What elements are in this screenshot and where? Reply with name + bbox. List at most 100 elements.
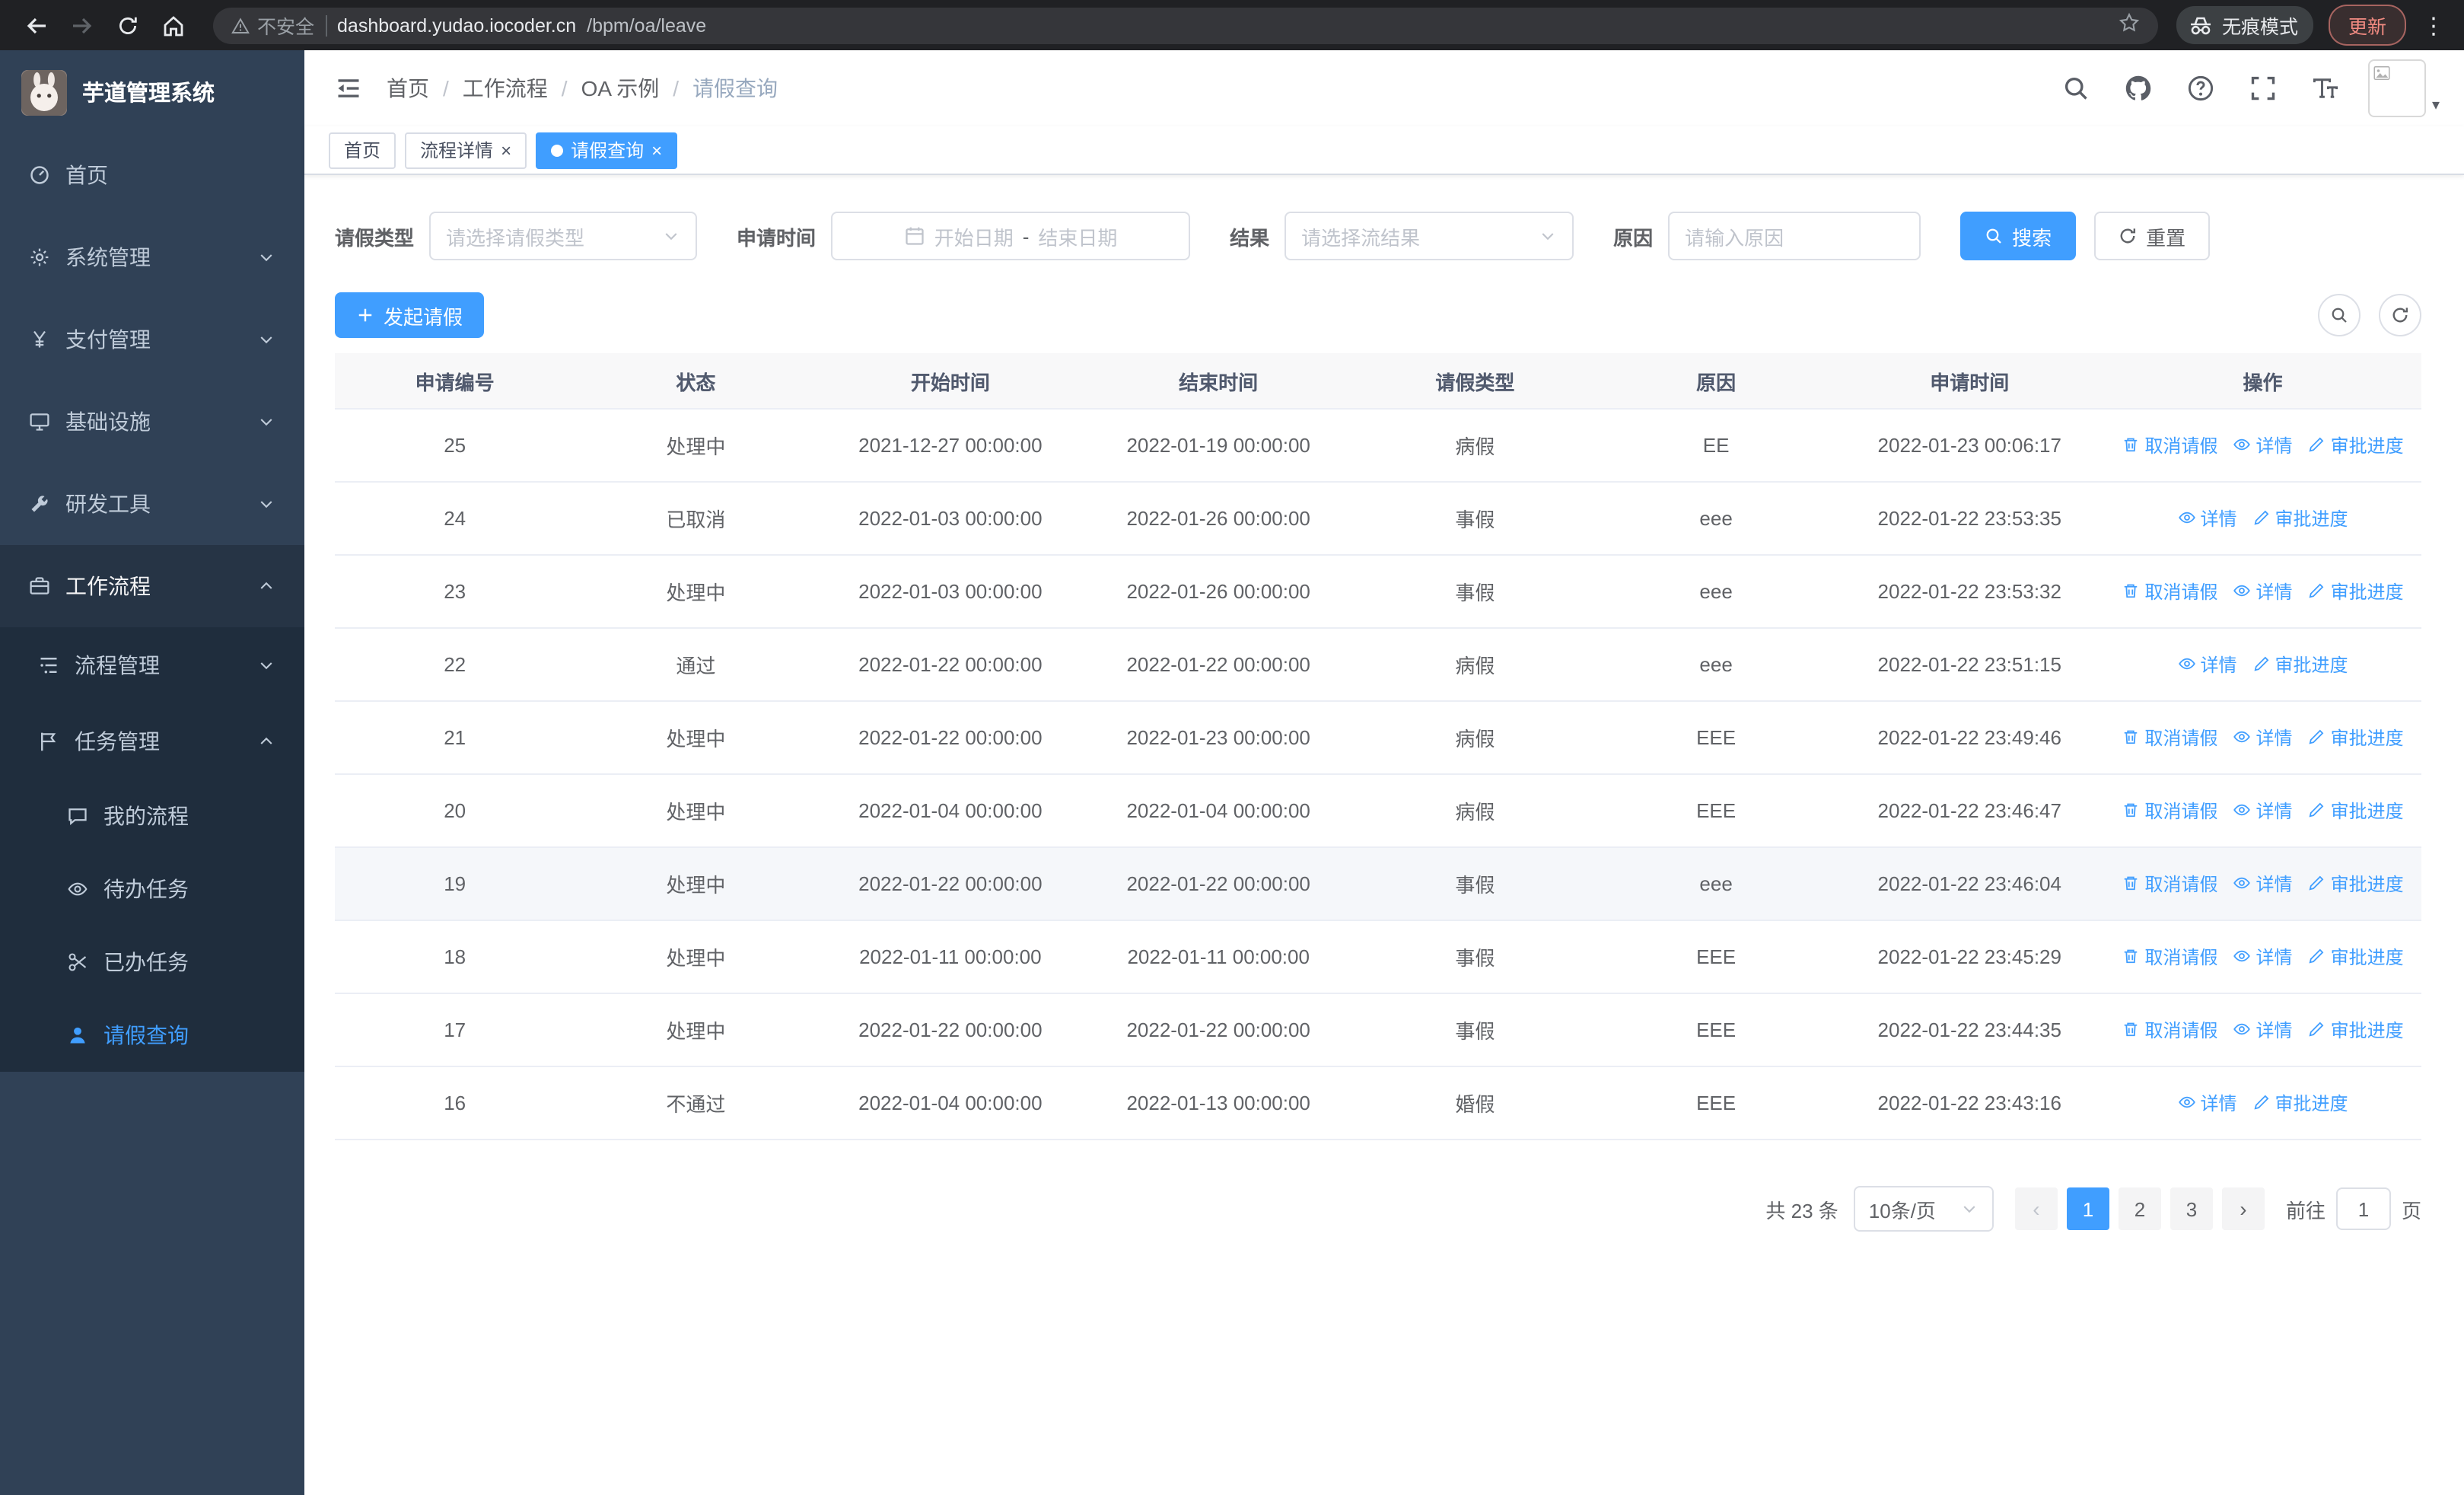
sidebar-item-my-process[interactable]: 我的流程 [0,779,304,853]
progress-action-link[interactable]: 审批进度 [2308,432,2404,458]
cancel-action-link[interactable]: 取消请假 [2122,725,2218,751]
tab-leave-query[interactable]: 请假查询 × [536,132,678,168]
user-avatar-menu[interactable]: ▾ [2367,59,2440,117]
create-leave-button[interactable]: 发起请假 [335,292,485,338]
flag-icon [38,731,59,752]
tab-home[interactable]: 首页 [329,132,396,168]
prev-page-button[interactable]: ‹ [2014,1187,2058,1230]
pagination: 共 23 条 10条/页 ‹ 123 › 前往 1 页 [335,1186,2421,1232]
cell-status: 处理中 [575,847,817,921]
sidebar-item-workflow[interactable]: 工作流程 [0,545,304,627]
address-bar[interactable]: 不安全 dashboard.yudao.iocoder.cn/bpm/oa/le… [213,7,2158,43]
page-size-select[interactable]: 10条/页 [1853,1186,1994,1232]
tab-process-detail[interactable]: 流程详情 × [405,132,527,168]
sidebar-item-todo-tasks[interactable]: 待办任务 [0,853,304,926]
breadcrumb-workflow[interactable]: 工作流程 [463,73,548,104]
cancel-action-link[interactable]: 取消请假 [2122,798,2218,824]
sidebar-item-process-mgmt[interactable]: 流程管理 [0,627,304,703]
sidebar-fold-icon[interactable] [329,69,368,108]
detail-action-link[interactable]: 详情 [2233,432,2293,458]
page-3-button[interactable]: 3 [2170,1187,2213,1230]
cell-start-time: 2022-01-22 00:00:00 [817,628,1084,702]
sidebar-item-infra[interactable]: 基础设施 [0,381,304,463]
yen-icon [29,329,50,350]
sidebar-item-payment[interactable]: 支付管理 [0,298,304,381]
close-icon[interactable]: × [501,141,511,159]
detail-action-link[interactable]: 详情 [2233,944,2293,970]
chevron-down-icon [1960,1200,1979,1218]
goto-page-input[interactable]: 1 [2335,1187,2391,1230]
close-icon[interactable]: × [651,141,662,159]
back-icon[interactable] [15,4,58,46]
cell-status: 处理中 [575,409,817,483]
sidebar-item-home[interactable]: 首页 [0,134,304,216]
detail-action-link[interactable]: 详情 [2233,798,2293,824]
progress-action-link[interactable]: 审批进度 [2308,1017,2404,1043]
progress-action-link[interactable]: 审批进度 [2308,871,2404,897]
leave-type-select[interactable]: 请选择请假类型 [429,212,698,260]
help-icon[interactable] [2181,69,2220,108]
detail-action-link[interactable]: 详情 [2178,505,2237,531]
col-apply-no: 申请编号 [335,353,575,410]
sidebar-item-done-tasks[interactable]: 已办任务 [0,926,304,999]
progress-action-link[interactable]: 审批进度 [2252,505,2348,531]
cell-end-time: 2022-01-04 00:00:00 [1084,774,1354,848]
cell-apply-time: 2022-01-22 23:53:35 [1835,482,2105,556]
reason-input[interactable]: 请输入原因 [1668,212,1921,260]
home-icon[interactable] [152,4,195,46]
cancel-action-link[interactable]: 取消请假 [2122,944,2218,970]
apply-time-label: 申请时间 [737,226,817,249]
browser-menu-icon[interactable]: ⋮ [2418,11,2449,39]
breadcrumb-home[interactable]: 首页 [387,73,429,104]
detail-action-link[interactable]: 详情 [2233,871,2293,897]
cell-reason: EEE [1597,701,1835,775]
cancel-action-link[interactable]: 取消请假 [2122,579,2218,604]
date-range-picker[interactable]: 开始日期 - 结束日期 [831,212,1191,260]
github-icon[interactable] [2119,69,2158,108]
result-label: 结果 [1230,226,1270,249]
sidebar-item-system[interactable]: 系统管理 [0,216,304,298]
progress-action-link[interactable]: 审批进度 [2252,1090,2348,1116]
detail-action-link[interactable]: 详情 [2233,725,2293,751]
sidebar-item-devtools[interactable]: 研发工具 [0,463,304,545]
cancel-action-link[interactable]: 取消请假 [2122,432,2218,458]
reset-button[interactable]: 重置 [2094,212,2211,260]
progress-action-link[interactable]: 审批进度 [2308,798,2404,824]
font-size-icon[interactable] [2306,69,2345,108]
sidebar-item-leave-query[interactable]: 请假查询 [0,999,304,1072]
reload-icon[interactable] [107,4,149,46]
page-2-button[interactable]: 2 [2118,1187,2161,1230]
page-1-button[interactable]: 1 [2066,1187,2109,1230]
refresh-table-button[interactable] [2379,294,2421,336]
cell-actions: 取消请假 详情 审批进度 [2104,774,2421,848]
detail-action-link[interactable]: 详情 [2178,1090,2237,1116]
security-warning[interactable]: 不安全 [231,11,314,40]
progress-action-link[interactable]: 审批进度 [2308,579,2404,604]
cell-leave-type: 病假 [1353,628,1597,702]
cell-end-time: 2022-01-19 00:00:00 [1084,409,1354,483]
end-date-input[interactable]: 结束日期 [1038,222,1117,250]
progress-action-link[interactable]: 审批进度 [2308,725,2404,751]
search-button[interactable]: 搜索 [1960,212,2077,260]
progress-action-link[interactable]: 审批进度 [2252,652,2348,677]
sidebar-item-task-mgmt[interactable]: 任务管理 [0,703,304,779]
bookmark-star-icon[interactable] [2119,12,2140,38]
detail-action-link[interactable]: 详情 [2233,579,2293,604]
breadcrumb-oa-example[interactable]: OA 示例 [581,73,660,104]
detail-action-link[interactable]: 详情 [2178,652,2237,677]
detail-action-link[interactable]: 详情 [2233,1017,2293,1043]
start-date-input[interactable]: 开始日期 [934,222,1014,250]
toggle-search-button[interactable] [2318,294,2361,336]
url-path: /bpm/oa/leave [587,14,707,36]
cancel-action-link[interactable]: 取消请假 [2122,871,2218,897]
result-select[interactable]: 请选择流结果 [1285,212,1574,260]
cell-apply-no: 24 [335,482,575,556]
progress-action-link[interactable]: 审批进度 [2308,944,2404,970]
fullscreen-icon[interactable] [2243,69,2283,108]
next-page-button[interactable]: › [2221,1187,2265,1230]
cancel-action-link[interactable]: 取消请假 [2122,1017,2218,1043]
search-icon[interactable] [2056,69,2096,108]
cell-reason: eee [1597,847,1835,921]
browser-update-button[interactable]: 更新 [2328,5,2406,46]
forward-icon[interactable] [61,4,103,46]
